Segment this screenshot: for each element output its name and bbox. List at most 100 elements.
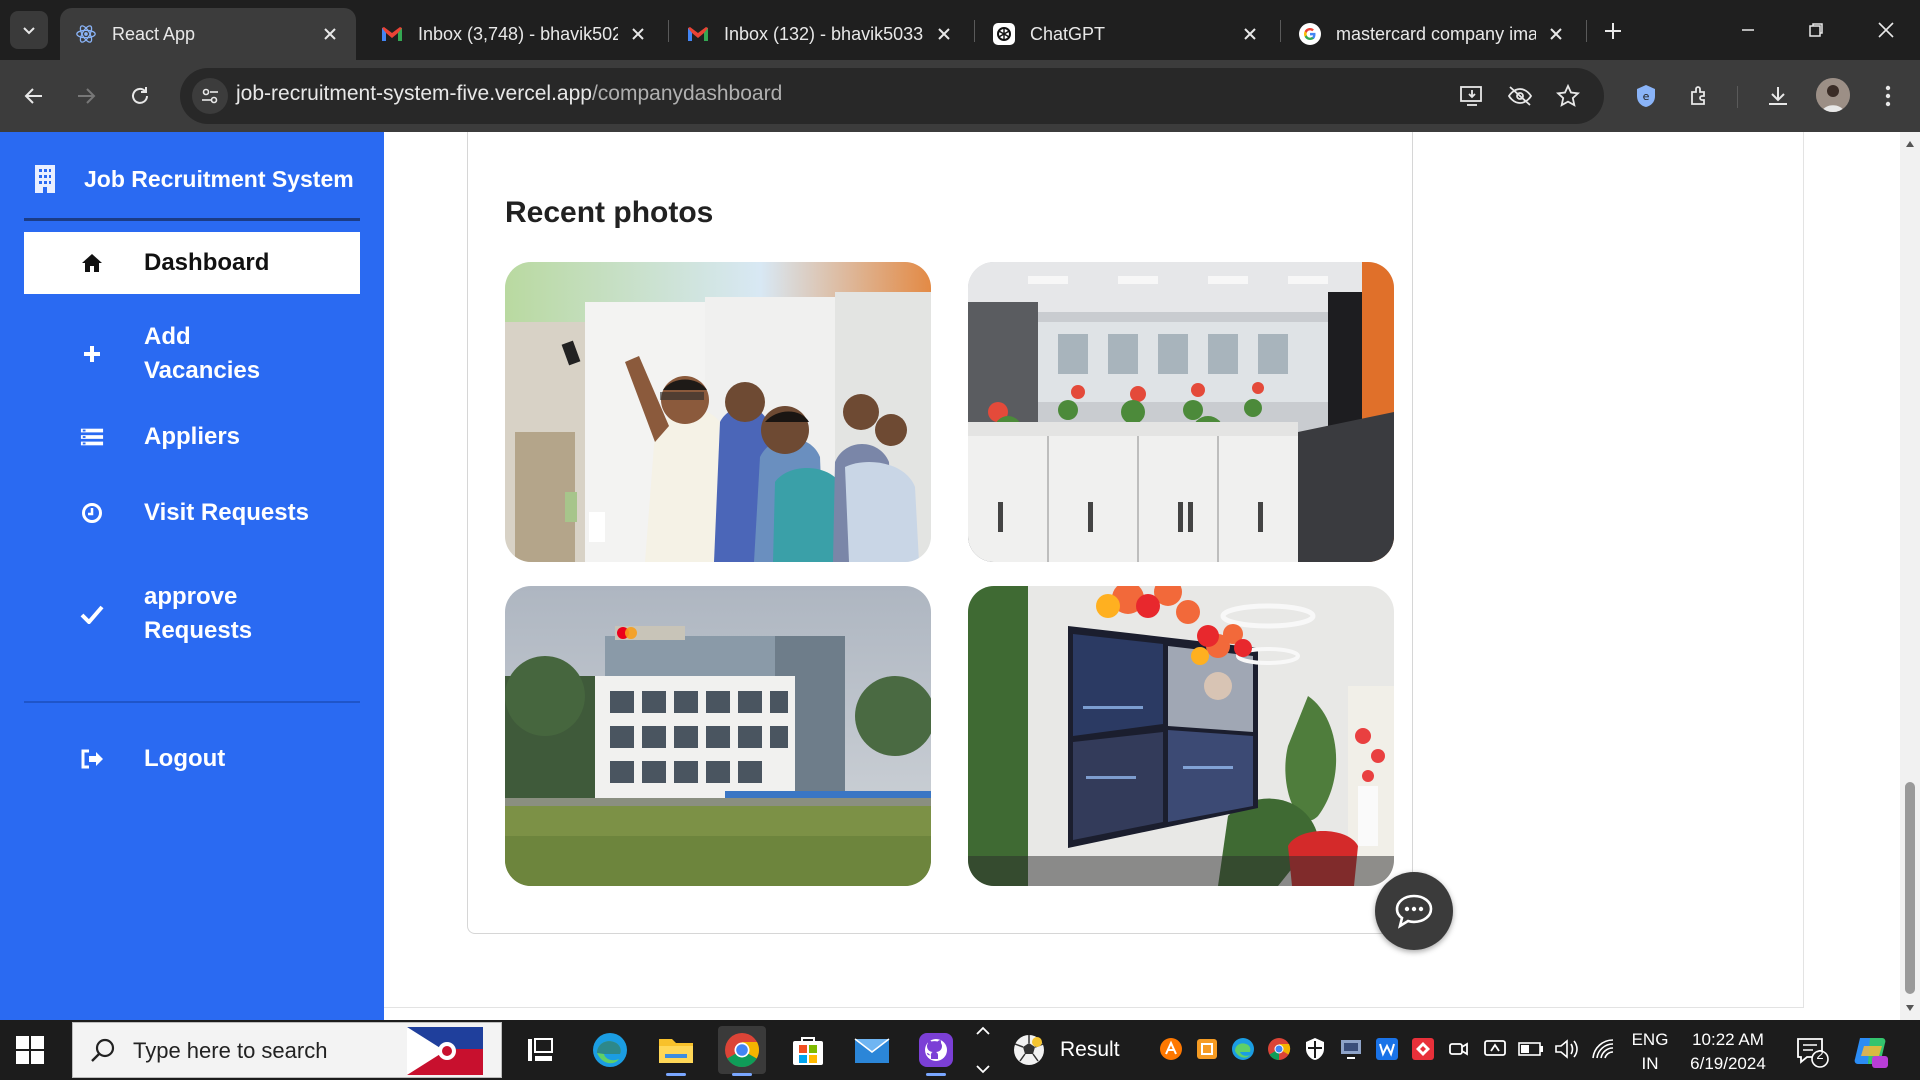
gmail-icon (686, 22, 710, 46)
sidebar-item-label: Dashboard (144, 249, 270, 276)
photo-office-building[interactable] (505, 586, 931, 886)
chat-button[interactable] (1375, 872, 1453, 950)
page-scrollbar[interactable] (1900, 132, 1920, 1020)
volume-tray-icon[interactable] (1554, 1036, 1580, 1062)
sidebar-item-label: Logout (144, 745, 226, 772)
tab-google-search[interactable]: mastercard company images (1284, 8, 1582, 60)
plus-icon (80, 342, 104, 366)
app-w-tray-icon[interactable] (1374, 1036, 1400, 1062)
battery-tray-icon[interactable] (1518, 1036, 1544, 1062)
extensions-puzzle-icon[interactable] (1684, 80, 1716, 112)
restore-icon (1809, 23, 1823, 37)
taskbar-overflow[interactable] (972, 1026, 994, 1074)
tab-title: mastercard company images (1336, 23, 1536, 44)
check-icon (80, 602, 104, 626)
reload-icon (132, 87, 148, 104)
close-icon[interactable] (626, 22, 650, 46)
sidebar-item-label: Visit Requests (144, 499, 309, 526)
tab-title: Inbox (3,748) - bhavik5025 (418, 23, 618, 44)
chatgpt-icon (992, 22, 1016, 46)
photo-open-office[interactable] (968, 262, 1394, 562)
tab-separator (668, 20, 669, 42)
edge-app[interactable] (586, 1026, 634, 1074)
minimize-button[interactable] (1728, 12, 1768, 48)
chat-icon (1395, 894, 1433, 929)
browser-toolbar: job-recruitment-system-five.vercel.app/c… (0, 60, 1920, 132)
system-clock[interactable]: 10:22 AM 6/19/2024 (1682, 1028, 1774, 1076)
mail-app[interactable] (848, 1026, 896, 1074)
microsoft-store-app[interactable] (784, 1026, 832, 1074)
forward-button[interactable] (68, 78, 104, 114)
search-highlight-flag-icon (407, 1027, 483, 1075)
clock-icon (80, 501, 104, 525)
bookmark-star-icon[interactable] (1554, 82, 1582, 110)
windows-start-button[interactable] (14, 1034, 46, 1066)
sidebar-item-approve-requests[interactable]: approve Requests (24, 580, 360, 648)
wifi-tray-icon[interactable] (1590, 1036, 1616, 1062)
recent-photos-card: Recent photos (467, 132, 1413, 934)
tab-title: ChatGPT (1030, 23, 1106, 44)
weather-widget[interactable]: Result (1012, 1020, 1120, 1080)
scroll-thumb[interactable] (1905, 782, 1915, 994)
notification-center-button[interactable]: 2 (1795, 1034, 1829, 1068)
chrome-app[interactable] (718, 1026, 766, 1076)
sidebar: Job Recruitment System Dashboard Add Vac… (0, 132, 384, 1020)
tab-chatgpt[interactable]: ChatGPT (978, 8, 1276, 60)
sidebar-item-appliers[interactable]: Appliers (24, 420, 360, 454)
back-button[interactable] (16, 78, 52, 114)
chrome-tray-icon[interactable] (1266, 1036, 1292, 1062)
chevron-up-icon (976, 1026, 990, 1035)
projector-tray-icon[interactable] (1482, 1036, 1508, 1062)
site-info-button[interactable] (192, 78, 228, 114)
sidebar-item-add-vacancies[interactable]: Add Vacancies (24, 320, 360, 388)
close-icon[interactable] (1238, 22, 1262, 46)
restore-button[interactable] (1796, 12, 1836, 48)
close-icon[interactable] (932, 22, 956, 46)
sidebar-item-visit-requests[interactable]: Visit Requests (24, 496, 360, 530)
close-icon[interactable] (318, 22, 342, 46)
reload-button[interactable] (122, 78, 158, 114)
extension-shield-icon[interactable]: e (1630, 80, 1662, 112)
eye-off-icon[interactable] (1506, 82, 1534, 110)
display-tray-icon[interactable] (1338, 1036, 1364, 1062)
sidebar-item-dashboard[interactable]: Dashboard (24, 232, 360, 294)
close-window-button[interactable] (1866, 12, 1906, 48)
photo-lobby-screen[interactable] (968, 586, 1394, 886)
url-host: job-recruitment-system-five.vercel.app (236, 82, 592, 105)
soccer-ball-icon (1014, 1035, 1044, 1065)
install-app-icon[interactable] (1458, 82, 1486, 110)
meet-now-tray-icon[interactable] (1446, 1036, 1472, 1062)
tab-react-app[interactable]: React App (60, 8, 356, 60)
scroll-down-icon[interactable] (1904, 1002, 1916, 1014)
file-explorer-app[interactable] (652, 1026, 700, 1076)
download-icon[interactable] (1762, 80, 1794, 112)
taskbar-search[interactable]: Type here to search (72, 1022, 502, 1078)
close-icon[interactable] (1544, 22, 1568, 46)
new-tab-button[interactable] (1598, 16, 1628, 46)
anydesk-tray-icon[interactable] (1410, 1036, 1436, 1062)
app-tray-icon[interactable] (1194, 1036, 1220, 1062)
address-bar[interactable]: job-recruitment-system-five.vercel.app/c… (180, 68, 1604, 124)
github-desktop-app[interactable] (912, 1026, 960, 1076)
tune-icon (202, 88, 218, 104)
building-icon (35, 165, 55, 193)
language-indicator[interactable]: ENG IN (1630, 1028, 1670, 1076)
toolbar-divider (1737, 86, 1738, 108)
avast-tray-icon[interactable] (1158, 1036, 1184, 1062)
tab-gmail-1[interactable]: Inbox (3,748) - bhavik5025 (366, 8, 664, 60)
sidebar-item-logout[interactable]: Logout (24, 742, 360, 776)
scroll-up-icon[interactable] (1904, 138, 1916, 150)
security-tray-icon[interactable] (1302, 1036, 1328, 1062)
tab-gmail-2[interactable]: Inbox (132) - bhavik5033 (672, 8, 970, 60)
tab-search-button[interactable] (10, 11, 48, 49)
copilot-button[interactable] (1852, 1032, 1890, 1070)
url-text[interactable]: job-recruitment-system-five.vercel.app/c… (236, 82, 782, 106)
task-view-button[interactable] (516, 1026, 564, 1074)
copilot-icon (1854, 1038, 1888, 1068)
more-menu-icon[interactable] (1872, 80, 1904, 112)
tab-separator (1586, 20, 1587, 42)
edge-tray-icon[interactable] (1230, 1036, 1256, 1062)
windows-logo-icon (16, 1036, 44, 1064)
profile-avatar[interactable] (1816, 78, 1850, 112)
photo-team-selfie[interactable] (505, 262, 931, 562)
